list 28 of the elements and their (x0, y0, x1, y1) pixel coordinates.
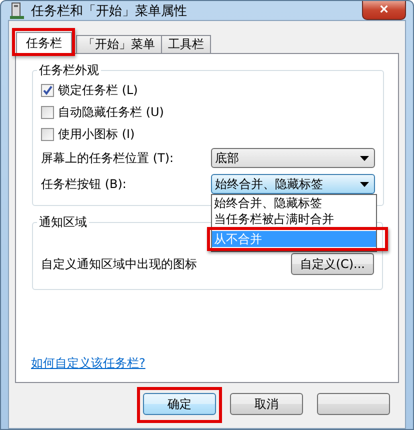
checkbox[interactable] (41, 84, 54, 96)
dropdown-option[interactable]: 始终合并、隐藏标签 (212, 195, 376, 211)
checkbox-label: 锁定任务栏 (L) (58, 82, 138, 98)
tab[interactable]: 工具栏 (161, 35, 211, 53)
checkbox-label: 自动隐藏任务栏 (U) (58, 104, 164, 120)
description-text: 自定义通知区域中出现的图标 (41, 256, 197, 272)
checkbox[interactable] (41, 128, 54, 140)
taskbar-icon (9, 2, 25, 20)
tab[interactable]: 「开始」菜单 (76, 35, 162, 53)
window-title: 任务栏和「开始」菜单属性 (31, 2, 187, 20)
group-title: 通知区域 (38, 214, 88, 231)
help-link[interactable]: 如何自定义该任务栏? (31, 355, 383, 372)
combo-label: 屏幕上的任务栏位置 (T): (41, 150, 175, 166)
checkbox[interactable] (41, 106, 54, 118)
dropdown-option[interactable]: 当任务栏被占满时合并 (212, 211, 376, 227)
dialog-button[interactable] (317, 393, 390, 415)
combo-label: 任务栏按钮 (B): (41, 176, 128, 192)
dialog-button[interactable]: 取消 (230, 393, 303, 415)
dialog-button[interactable]: 确定 (143, 393, 216, 415)
dropdown[interactable]: 底部 (211, 148, 375, 168)
caret-icon (360, 182, 369, 186)
checkbox-label: 使用小图标 (I) (58, 126, 135, 142)
tab[interactable]: 任务栏 (16, 32, 72, 53)
dropdown[interactable]: 始终合并、隐藏标签 (211, 174, 375, 194)
close-button[interactable]: × (362, 1, 406, 20)
customize-button[interactable]: 自定义(C)... (290, 253, 374, 275)
group-title: 任务栏外观 (38, 62, 100, 79)
caret-icon (360, 156, 369, 160)
